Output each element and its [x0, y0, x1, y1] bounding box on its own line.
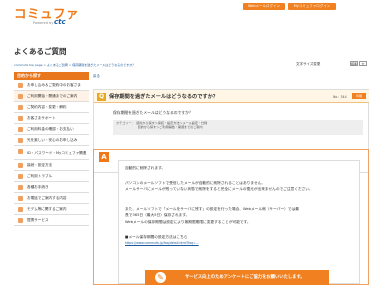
- sidebar-item[interactable]: 接続・設定方法: [14, 160, 89, 171]
- main-content: 戻る Q 保存期間を過ぎたメールはどうなるのですか？ No：344 印刷 保存期…: [93, 72, 369, 285]
- answer-paragraph: ■メール保存期間の設定方法はこちら: [125, 235, 188, 239]
- sidebar-item[interactable]: 各種お手続き: [14, 182, 89, 193]
- category-line[interactable]: 目的から探す＞ご利用開始・開通までのご案内: [116, 125, 360, 129]
- sidebar-item-label: ID・パスワード・Myコミュファ関連: [27, 150, 87, 155]
- sidebar-item-label: お申し込み＆ご契約中のお客さま: [27, 83, 81, 87]
- category-icon: [18, 163, 23, 168]
- category-icon: [18, 207, 23, 212]
- sidebar-item-label: お電話でご案内する内容: [27, 196, 67, 200]
- category-icon: [18, 105, 23, 110]
- breadcrumb[interactable]: commufa top page > よくあるご質問 > 保存期間を過ぎたメール…: [14, 63, 135, 67]
- survey-icon: ✎: [155, 272, 166, 283]
- category-icon: [18, 116, 23, 121]
- category-icon: [18, 83, 23, 88]
- survey-banner[interactable]: ✎ サービス向上のためアンケートにご協力をお願いいたします。: [145, 270, 329, 285]
- sidebar-item[interactable]: ご利用料金の確認・お支払い: [14, 124, 89, 135]
- sidebar-item-label: ご契約内容・変更・解約: [27, 105, 67, 109]
- page-title: よくあるご質問: [14, 47, 67, 56]
- font-size-large-button[interactable]: 大: [359, 61, 367, 66]
- answer-paragraph: Webメールの保存期間は設定により無期限期限に変更することが可能です。: [125, 220, 251, 224]
- category-icon: [18, 174, 23, 179]
- sidebar-item-label: 接続・設定方法: [27, 163, 53, 167]
- answer-panel: 自動的に削除されます。 パソコンのメールソフトで受信したメールが自動的に削除され…: [118, 160, 360, 285]
- sidebar-item-label: ご利用トラブル: [27, 174, 53, 178]
- category-icon: [18, 185, 23, 190]
- sidebar-item-label: 各種お手続き: [27, 185, 49, 189]
- font-size-standard-button[interactable]: 標準: [350, 61, 358, 66]
- category-icon: [18, 196, 23, 201]
- sidebar-item[interactable]: 光を楽しい・安心のお申し込み: [14, 135, 89, 146]
- sidebar-heading: 目的から探す: [14, 72, 89, 80]
- back-link[interactable]: 戻る: [93, 72, 369, 80]
- sidebar-item[interactable]: モデム等に関するご案内: [14, 204, 89, 215]
- sidebar-item-label: ご利用開始・開通までのご案内: [27, 94, 78, 98]
- category-icon: [18, 149, 23, 154]
- category-icon: [18, 94, 23, 99]
- question-header: Q 保存期間を過ぎたメールはどうなるのですか？ No：344 印刷: [94, 90, 369, 103]
- logo-powered-by: Powered by: [33, 21, 54, 25]
- settings-link[interactable]: https://www.commufa.jp/faq/detail.html?f…: [125, 241, 199, 245]
- my-commufa-login-button[interactable]: Myコミュファログイン: [288, 3, 336, 10]
- sidebar-item[interactable]: お客さまサポート: [14, 113, 89, 124]
- sidebar-item[interactable]: ご利用トラブル: [14, 171, 89, 182]
- category-icon: [18, 127, 23, 132]
- sidebar: 目的から探す お申し込み＆ご契約中のお客さま ご利用開始・開通までのご案内 ご契…: [14, 72, 89, 226]
- font-size-label: 文字サイズ変更: [296, 62, 321, 66]
- question-title: 保存期間を過ぎたメールはどうなるのですか？: [109, 94, 218, 100]
- category-icon: [18, 138, 23, 143]
- sidebar-item[interactable]: ご契約内容・変更・解約: [14, 102, 89, 113]
- sidebar-item-label: お客さまサポート: [27, 116, 56, 120]
- sidebar-item-label: モデム等に関するご案内: [27, 207, 67, 211]
- answer-paragraph: 自動的に削除されます。: [125, 166, 166, 170]
- answer-paragraph: 長で365日（最大5日）保存されます。: [125, 213, 190, 217]
- commufa-logo[interactable]: コミュファ: [14, 7, 79, 20]
- logo-ctc: ctc: [54, 18, 66, 26]
- survey-text: サービス向上のためアンケートにご協力をお願いいたします。: [185, 275, 305, 280]
- question-icon: Q: [97, 92, 106, 101]
- answer-icon: A: [99, 152, 109, 162]
- category-list: カテゴリー： 契約から探す＞接続・設定方法＞メール設定・仕様 目的から探す＞ご利…: [113, 120, 363, 135]
- question-number: No：344: [333, 95, 347, 99]
- answer-paragraph: メールサーバにメールが残っていない状態で削除をすると完全にメールの復元が出来ませ…: [125, 187, 313, 191]
- question-text: 保存期間を過ぎたメールはどうなるのですか？: [113, 110, 193, 115]
- sidebar-item-label: 提携サービス: [27, 218, 49, 222]
- sidebar-item[interactable]: お申し込み＆ご契約中のお客さま: [14, 80, 89, 91]
- site-header: コミュファ Powered by ctc Webメールログイン Myコミュファロ…: [0, 0, 380, 30]
- sidebar-item-label: 光を楽しい・安心のお申し込み: [27, 138, 78, 142]
- sidebar-item[interactable]: お電話でご案内する内容: [14, 193, 89, 204]
- answer-paragraph: パソコンのメールソフトで受信したメールが自動的に削除されることはありません。: [125, 181, 266, 185]
- web-mail-login-button[interactable]: Webメールログイン: [243, 3, 285, 10]
- print-button[interactable]: 印刷: [352, 93, 366, 99]
- category-icon: [18, 218, 23, 223]
- sidebar-item[interactable]: ID・パスワード・Myコミュファ関連: [14, 146, 89, 160]
- sidebar-item-label: ご利用料金の確認・お支払い: [27, 127, 74, 131]
- sidebar-item[interactable]: ご利用開始・開通までのご案内: [14, 91, 89, 102]
- sidebar-item[interactable]: 提携サービス: [14, 215, 89, 226]
- answer-paragraph: また、メールソフトで「メールをサーバに残す」の設定を行った場合、Webメール側（…: [125, 207, 299, 211]
- answer-box: A 自動的に削除されます。 パソコンのメールソフトで受信したメールが自動的に削除…: [93, 149, 369, 285]
